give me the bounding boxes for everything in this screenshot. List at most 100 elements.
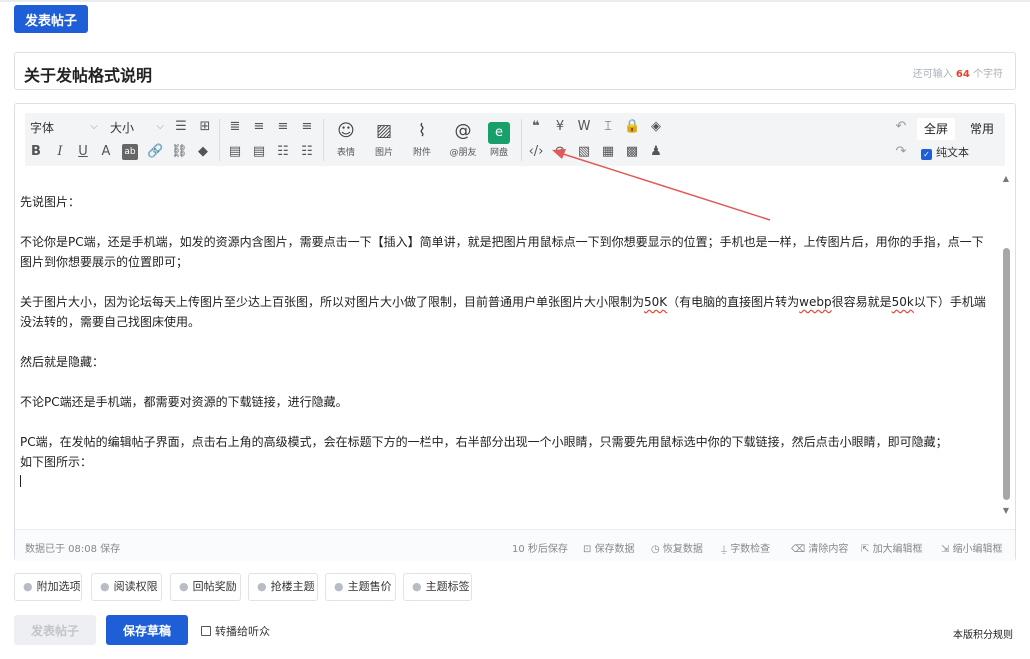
- restore-data-button[interactable]: ◷ 恢复数据: [651, 540, 703, 555]
- undo-icon[interactable]: ↶: [893, 119, 909, 135]
- underline-icon[interactable]: U: [75, 144, 91, 160]
- enlarge-editor-button[interactable]: ⇱ 加大编辑框: [861, 540, 923, 555]
- toolbar-divider: [219, 119, 220, 161]
- floor-grab-button[interactable]: ● 抢楼主题: [248, 573, 318, 601]
- top-border: [0, 0, 1030, 2]
- align-right-icon[interactable]: ≡: [299, 119, 315, 135]
- attachment-button[interactable]: ⌇ 附件: [409, 120, 435, 158]
- toolbar-divider: [521, 119, 522, 161]
- content-paragraph: 不论你是PC端，还是手机端，如发的资源内含图片，需要点击一下【插入】简单讲，就是…: [20, 235, 984, 269]
- pattern-icon[interactable]: ▩: [624, 144, 640, 160]
- lock-icon[interactable]: 🔒: [624, 119, 640, 135]
- ordered-list-icon[interactable]: ≣: [227, 119, 243, 135]
- points-rules-link[interactable]: 本版积分规则: [953, 626, 1013, 641]
- at-icon: @: [454, 121, 472, 141]
- smile-icon: ☺: [337, 121, 355, 141]
- background-color-icon[interactable]: ab: [122, 144, 138, 160]
- paperclip-icon: ⌇: [417, 121, 427, 141]
- save-draft-button[interactable]: 保存草稿: [106, 615, 188, 645]
- redo-icon[interactable]: ↷: [893, 144, 909, 160]
- dot-icon: ●: [412, 580, 422, 593]
- dot-icon: ●: [179, 580, 189, 593]
- word-check-button[interactable]: ⍊ 字数检查: [721, 540, 770, 555]
- float-left-icon[interactable]: ▤: [227, 144, 243, 160]
- size-select[interactable]: 大小 ⌵: [110, 119, 166, 139]
- font-select[interactable]: 字体 ⌵: [30, 119, 100, 139]
- scroll-up-icon[interactable]: ▲: [1001, 174, 1011, 183]
- line-height-icon[interactable]: ☰: [173, 119, 189, 135]
- editor-toolbar: 字体 ⌵ 大小 ⌵ ☰ ⊞ B I U A ab 🔗 ⛓ ◆ ≣ ≡ ≡ ≡ ▤ ▤…: [25, 113, 1005, 166]
- dot-icon: ●: [334, 580, 344, 593]
- content-paragraph: 然后就是隐藏：: [20, 355, 105, 369]
- title-input[interactable]: 关于发帖格式说明 还可输入 64 个字符: [14, 52, 1016, 90]
- autosave-countdown: 10 秒后保存: [512, 544, 568, 555]
- title-value: 关于发帖格式说明: [24, 66, 153, 85]
- common-mode-button[interactable]: 常用: [963, 118, 1001, 140]
- editor-content[interactable]: 先说图片： 不论你是PC端，还是手机端，如发的资源内含图片，需要点击一下【插入】简…: [20, 192, 995, 492]
- editor-status-bar: 数据已于 08:08 保存 10 秒后保存 ⊡ 保存数据 ◷ 恢复数据 ⍊ 字数…: [15, 529, 1015, 561]
- editor-scrollbar[interactable]: ▲ ▼: [1001, 174, 1011, 519]
- italic-icon[interactable]: I: [52, 144, 68, 160]
- chevron-down-icon: ⌵: [90, 121, 98, 132]
- index-icon[interactable]: ▦: [600, 144, 616, 160]
- font-color-icon[interactable]: A: [98, 144, 114, 160]
- read-permission-button[interactable]: ● 阅读权限: [91, 573, 162, 601]
- unlink-icon[interactable]: ⛓: [171, 144, 188, 160]
- netdisk-icon: e: [488, 122, 510, 144]
- content-paragraph: 关于图片大小，因为论坛每天上传图片至少达上百张图，所以对图片大小做了限制，目前普…: [20, 295, 986, 329]
- link-icon[interactable]: 🔗: [147, 144, 163, 160]
- extra-options-button[interactable]: ● 附加选项: [14, 573, 82, 601]
- coin-icon[interactable]: ¥: [552, 119, 568, 135]
- toolbar-divider: [323, 119, 324, 161]
- content-paragraph: 先说图片：: [20, 195, 81, 209]
- netdisk-button[interactable]: e 网盘: [486, 120, 512, 158]
- shrink-editor-button[interactable]: ⇲ 缩小编辑框: [941, 540, 1003, 555]
- thread-tags-button[interactable]: ● 主题标签: [403, 573, 472, 601]
- post-thread-button[interactable]: 发表帖子: [14, 5, 88, 33]
- title-char-counter: 还可输入 64 个字符: [912, 69, 1003, 80]
- hide-eye-icon[interactable]: ⊘: [552, 144, 568, 160]
- image-icon: ▨: [375, 121, 393, 141]
- emoji-button[interactable]: ☺ 表情: [333, 120, 359, 158]
- table-icon[interactable]: ⊞: [197, 119, 213, 135]
- layers-icon[interactable]: ◈: [648, 119, 664, 135]
- align-left-icon[interactable]: ≡: [251, 119, 267, 135]
- bold-icon[interactable]: B: [28, 144, 44, 160]
- clear-content-button[interactable]: ⌫ 清除内容: [791, 540, 848, 555]
- qq-icon[interactable]: ♟: [648, 144, 664, 160]
- post-editor: 字体 ⌵ 大小 ⌵ ☰ ⊞ B I U A ab 🔗 ⛓ ◆ ≣ ≡ ≡ ≡ ▤ ▤…: [14, 103, 1016, 561]
- word-doc-icon[interactable]: W: [576, 119, 592, 135]
- fullscreen-mode-button[interactable]: 全屏: [917, 118, 955, 140]
- content-paragraph: 不论PC端还是手机端，都需要对资源的下载链接，进行隐藏。: [20, 395, 348, 409]
- saved-status: 数据已于 08:08 保存: [25, 544, 121, 555]
- broadcast-checkbox[interactable]: 转播给听众: [201, 623, 270, 639]
- eraser-icon[interactable]: ◆: [195, 144, 211, 160]
- post-thread-bottom-button[interactable]: 发表帖子: [14, 615, 96, 645]
- quote-icon[interactable]: ❝: [528, 119, 544, 135]
- page-break-icon[interactable]: ⌶: [600, 119, 616, 135]
- code-icon[interactable]: ‹/›: [528, 144, 544, 160]
- save-data-button[interactable]: ⊡ 保存数据: [583, 540, 635, 555]
- dot-icon: ●: [23, 580, 33, 593]
- check-icon: ✓: [921, 149, 932, 160]
- chevron-down-icon: ⌵: [156, 121, 164, 132]
- plain-text-checkbox[interactable]: ✓ 纯文本: [921, 144, 969, 160]
- free-image-icon[interactable]: ▧: [576, 144, 592, 160]
- reply-reward-button[interactable]: ● 回帖奖励: [170, 573, 241, 601]
- scroll-thumb[interactable]: [1003, 248, 1010, 500]
- bullet-list-icon[interactable]: ☷: [275, 144, 291, 160]
- thread-price-button[interactable]: ● 主题售价: [325, 573, 396, 601]
- text-caret: [20, 472, 995, 492]
- image-button[interactable]: ▨ 图片: [371, 120, 397, 158]
- scroll-down-icon[interactable]: ▼: [1001, 506, 1011, 515]
- align-center-icon[interactable]: ≡: [275, 119, 291, 135]
- float-right-icon[interactable]: ▤: [251, 144, 267, 160]
- numbered-list-icon[interactable]: ☷: [299, 144, 315, 160]
- dot-icon: ●: [100, 580, 110, 593]
- mention-button[interactable]: @ @朋友: [448, 120, 478, 158]
